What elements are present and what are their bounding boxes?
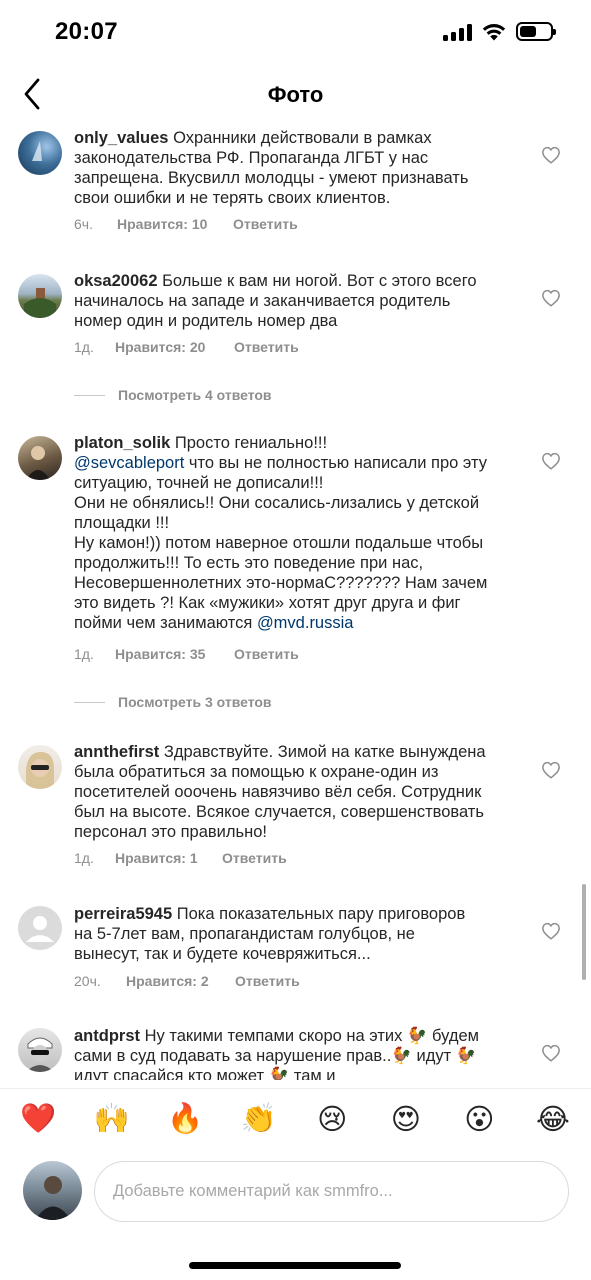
like-heart-icon[interactable]	[541, 289, 561, 307]
home-indicator	[189, 1262, 401, 1269]
comment-text: свои ошибки и не терять своих клиентов.	[74, 189, 391, 207]
tears-of-joy-emoji-button[interactable]: 😂	[533, 1102, 573, 1136]
comment-text: площадки !!!	[74, 514, 170, 532]
comment-text: посетителей ооочень навязчиво вёл себя. …	[74, 783, 482, 801]
comment-username[interactable]: platon_solik	[74, 434, 170, 452]
comment-likes[interactable]: Нравится: 10	[117, 216, 233, 232]
page-title: Фото	[267, 82, 324, 107]
comment-time: 1д.	[74, 339, 94, 355]
comment-meta: 1д. Нравится: 20 Ответить	[74, 339, 299, 355]
comment-text: Больше к вам ни ногой. Вот с этого всего	[162, 272, 477, 290]
comment-text: Ну камон!)) потом наверное отошли подаль…	[74, 534, 484, 552]
clapping-hands-emoji-button[interactable]: 👏	[239, 1101, 279, 1136]
comment-text: Ну такими темпами скоро на этих 🐓 будем	[144, 1027, 479, 1045]
mention-link[interactable]: @mvd.russia	[257, 614, 354, 632]
comment-text: пойми чем занимаются	[74, 614, 253, 632]
comment-text: персонал это правильно!	[74, 823, 267, 841]
view-replies-button[interactable]: Посмотреть 3 ответов	[74, 694, 272, 710]
surprised-face-emoji-button[interactable]: 😮	[459, 1102, 499, 1136]
comment-meta: 20ч. Нравится: 2 Ответить	[74, 973, 300, 989]
comment-likes[interactable]: Нравится: 20	[115, 339, 234, 355]
signal-icon	[443, 23, 472, 41]
comment-text: продолжить!!! То есть это поведение при …	[74, 554, 424, 572]
like-heart-icon[interactable]	[541, 922, 561, 940]
comment-likes[interactable]: Нравится: 35	[115, 646, 234, 662]
comment-text: Здравствуйте. Зимой на катке вынуждена	[163, 743, 486, 761]
status-icons	[443, 22, 556, 41]
comment-likes[interactable]: Нравится: 1	[115, 850, 222, 866]
comment-text: был на высоте. Всякое случается, соверше…	[74, 803, 484, 821]
comment-text: что вы не полностью написали про эту	[188, 454, 487, 472]
nav-header: Фото	[0, 64, 591, 126]
comment-text: на 5-7лет вам, пропагандистам голубцов, …	[74, 925, 415, 943]
comment-text: Они не обнялись!! Они сосались-лизались …	[74, 494, 480, 512]
battery-icon	[516, 22, 556, 41]
comment-composer	[0, 1155, 591, 1230]
comment-meta: 1д. Нравится: 1 Ответить	[74, 850, 287, 866]
comment-text: ситуацию, точней не дописали!!!	[74, 474, 324, 492]
status-bar: 20:07	[0, 0, 591, 64]
like-heart-icon[interactable]	[541, 1044, 561, 1062]
comment-time: 6ч.	[74, 216, 93, 232]
comment-text: начиналось на западе и заканчивается род…	[74, 292, 451, 310]
comment-username[interactable]: annthefirst	[74, 743, 159, 761]
comment-text: это видеть ?! Как «мужики» хотят друг др…	[74, 594, 461, 612]
view-replies-label: Посмотреть 3 ответов	[118, 694, 272, 710]
like-heart-icon[interactable]	[541, 761, 561, 779]
comment-text: вынесут, так и будете кочевряжиться...	[74, 945, 371, 963]
quick-reactions-bar: ❤️ 🙌 🔥 👏 😢 😍 😮 😂	[0, 1088, 591, 1148]
red-heart-emoji-button[interactable]: ❤️	[18, 1101, 58, 1136]
comment-meta: 1д. Нравится: 35 Ответить	[74, 646, 299, 662]
status-time: 20:07	[55, 18, 118, 45]
view-replies-button[interactable]: Посмотреть 4 ответов	[74, 387, 272, 403]
reply-button[interactable]: Ответить	[233, 216, 298, 232]
comment-text: Пока показательных пару приговоров	[176, 905, 466, 923]
scrollbar[interactable]	[582, 884, 586, 980]
like-heart-icon[interactable]	[541, 146, 561, 164]
battery-level	[520, 26, 536, 37]
comment-username[interactable]: oksa20062	[74, 272, 158, 290]
comment-username[interactable]: only_values	[74, 129, 168, 147]
comment-username[interactable]: perreira5945	[74, 905, 172, 923]
comment-text: законодательства РФ. Пропаганда ЛГБТ у н…	[74, 149, 429, 167]
comment-time: 20ч.	[74, 973, 101, 989]
like-heart-icon[interactable]	[541, 452, 561, 470]
crying-face-emoji-button[interactable]: 😢	[312, 1102, 352, 1136]
avatar[interactable]	[18, 436, 62, 480]
comment-text: Охранники действовали в рамках	[173, 129, 432, 147]
comment-text: Несовершеннолетних это-нормаС??????? Нам…	[74, 574, 488, 592]
comments-list: only_values Охранники действовали в рамк…	[0, 126, 591, 1080]
avatar[interactable]	[18, 745, 62, 789]
comment-time: 1д.	[74, 646, 94, 662]
reply-button[interactable]: Ответить	[234, 646, 299, 662]
comment-text: номер один и родитель номер два	[74, 312, 338, 330]
view-replies-label: Посмотреть 4 ответов	[118, 387, 272, 403]
comment-time: 1д.	[74, 850, 94, 866]
comment-likes[interactable]: Нравится: 2	[126, 973, 235, 989]
comment-text: запрещена. Вкусвилл молодцы - умеют приз…	[74, 169, 469, 187]
heart-eyes-emoji-button[interactable]: 😍	[386, 1102, 426, 1136]
comment-input[interactable]	[94, 1161, 569, 1222]
raising-hands-emoji-button[interactable]: 🙌	[92, 1101, 132, 1136]
comment-text: была обратиться за помощью к охране-один…	[74, 763, 439, 781]
avatar[interactable]	[18, 274, 62, 318]
fire-emoji-button[interactable]: 🔥	[165, 1101, 205, 1136]
comment-username[interactable]: antdprst	[74, 1027, 140, 1045]
reply-button[interactable]: Ответить	[235, 973, 300, 989]
comment-text: Просто гениально!!!	[174, 434, 328, 452]
mention-link[interactable]: @sevcableport	[74, 454, 184, 472]
reply-button[interactable]: Ответить	[222, 850, 287, 866]
current-user-avatar	[23, 1161, 82, 1220]
avatar[interactable]	[18, 1028, 62, 1072]
reply-button[interactable]: Ответить	[234, 339, 299, 355]
comment-text: сами в суд подавать за нарушение прав..🐓…	[74, 1047, 477, 1065]
wifi-icon	[482, 24, 506, 41]
comment-text: идут спасайся кто может 🐓 там и	[74, 1067, 336, 1080]
comment-meta: 6ч. Нравится: 10 Ответить	[74, 216, 298, 232]
avatar[interactable]	[18, 906, 62, 950]
avatar[interactable]	[18, 131, 62, 175]
